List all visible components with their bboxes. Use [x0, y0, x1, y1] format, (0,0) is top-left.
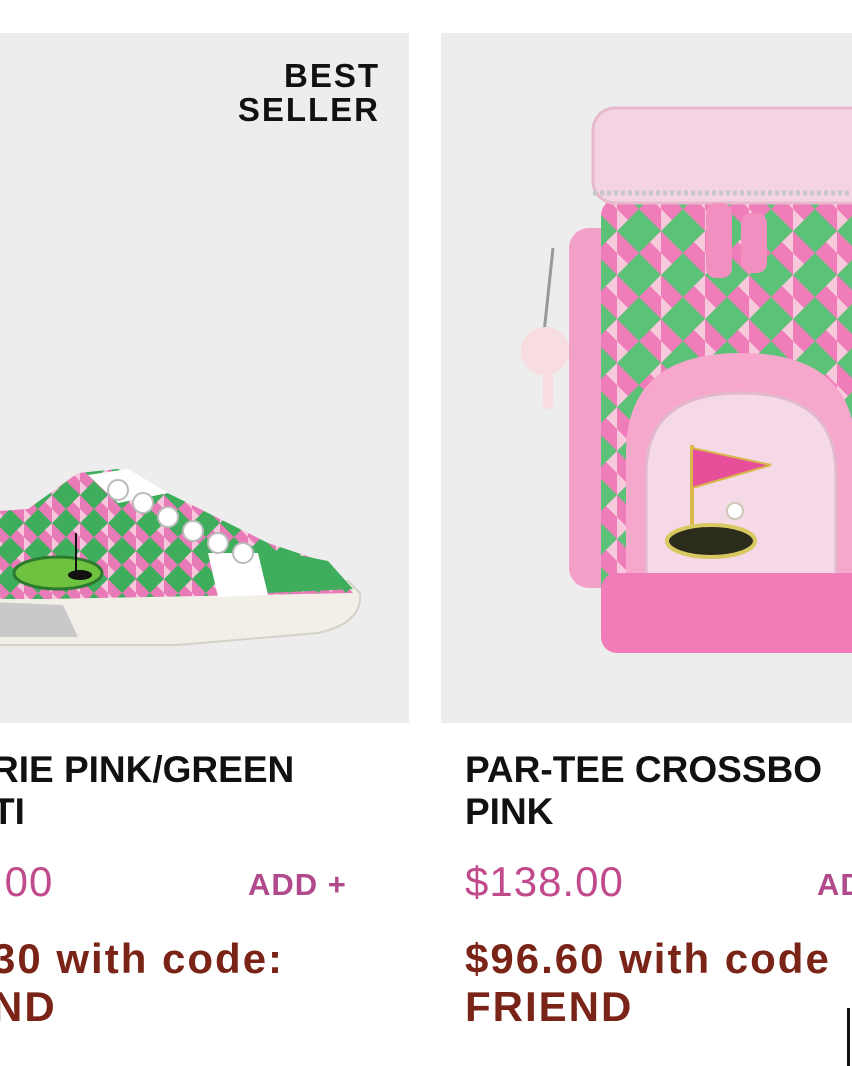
- promo-code-text: 30 with code: ND: [0, 935, 285, 1030]
- golf-bag-image: [521, 106, 852, 653]
- product-image-sneaker[interactable]: BEST SELLER: [0, 33, 409, 723]
- add-to-cart-button[interactable]: AD: [817, 867, 852, 903]
- product-title[interactable]: RIE PINK/GREEN TI: [0, 749, 294, 833]
- product-price: $138.00: [465, 858, 624, 905]
- product-card-golf-bag[interactable]: PAR-TEE CROSSBO PINK $138.00 AD $96.60 w…: [441, 33, 852, 1030]
- product-title[interactable]: PAR-TEE CROSSBO PINK: [465, 749, 822, 833]
- sneaker-image: [0, 469, 362, 646]
- product-image-golf-bag[interactable]: [441, 33, 852, 723]
- scroll-indicator[interactable]: [847, 1008, 850, 1066]
- product-card-sneaker[interactable]: BEST SELLER RIE PINK/GREEN TI 00 ADD + 3…: [0, 33, 409, 1030]
- add-to-cart-button[interactable]: ADD +: [248, 867, 347, 903]
- product-price: .00: [0, 858, 54, 905]
- product-grid: BEST SELLER RIE PINK/GREEN TI 00 ADD + 3…: [0, 0, 852, 1066]
- promo-code-text: $96.60 with code FRIEND: [465, 935, 831, 1030]
